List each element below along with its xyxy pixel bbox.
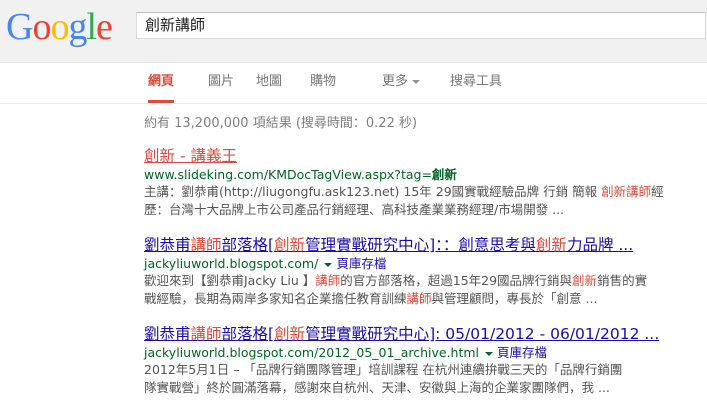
text-segment: - 講義王 [175, 147, 237, 165]
result-url-text: jackyliuworld.blogspot.com/2012_05_01_ar… [144, 345, 479, 360]
chevron-down-icon [485, 351, 494, 356]
highlighted-term: 創新 [431, 167, 457, 182]
text-segment: 2012年5月1日 – 「品牌行銷團隊管理」培訓課程 在杭州連續拚戰三天的「品牌… [144, 362, 623, 377]
search-result: 創新 - 講義王 www.slideking.com/KMDocTagView.… [144, 146, 704, 218]
highlighted-term: 講師 [190, 325, 222, 343]
search-result: 劉恭甫講師部落格[創新管理實戰研究中心]: 05/01/2012 - 06/01… [144, 324, 704, 396]
result-snippet: 2012年5月1日 – 「品牌行銷團隊管理」培訓課程 在杭州連續拚戰三天的「品牌… [144, 361, 704, 396]
google-logo[interactable]: Google [6, 6, 113, 48]
text-segment: 管理實戰研究中心]：：創意思考與 [305, 236, 536, 254]
text-segment: 劉恭甫 [144, 325, 191, 343]
text-segment: 隊實戰營」終於圓滿落幕，感謝來自杭州、天津、安徽與上海的企業家團隊們，我 ... [144, 379, 610, 395]
highlighted-term: 講師 [406, 290, 432, 306]
text-segment: 銷售的實 [597, 273, 648, 288]
highlighted-term: 創新 [572, 273, 598, 288]
tab-images[interactable]: 圖片 [208, 63, 234, 100]
text-segment: 經 [651, 184, 664, 199]
tab-maps[interactable]: 地圖 [256, 63, 282, 100]
result-url: www.slideking.com/KMDocTagView.aspx?tag=… [144, 166, 704, 183]
logo-letter: o [32, 6, 51, 48]
tab-web[interactable]: 網頁 [148, 63, 175, 103]
result-snippet: 歡迎來到【劉恭甫Jacky Liu 】講師的官方部落格，超過15年29國品牌行銷… [144, 272, 704, 307]
result-url: jackyliuworld.blogspot.com/ 頁庫存檔 [144, 255, 704, 272]
chevron-down-icon [412, 79, 421, 84]
tab-more[interactable]: 更多 [382, 63, 421, 100]
chevron-down-icon [324, 262, 333, 267]
result-snippet: 主講：劉恭甫(http://liugongfu.ask123.net) 15年 … [144, 183, 704, 218]
result-url: jackyliuworld.blogspot.com/2012_05_01_ar… [144, 344, 704, 361]
logo-letter: g [68, 6, 87, 48]
logo-letter: o [50, 6, 69, 48]
cached-page-link[interactable]: 頁庫存檔 [483, 345, 547, 360]
text-segment: 管理實戰研究中心]: 05/01/2012 - 06/01/2012 ... [305, 325, 660, 343]
result-title-link[interactable]: 劉恭甫講師部落格[創新管理實戰研究中心]: 05/01/2012 - 06/01… [144, 324, 704, 344]
text-segment: jackyliuworld.blogspot.com/ [144, 256, 319, 271]
text-segment: 戰經驗，長期為兩岸多家知名企業擔任教育訓練 [144, 290, 407, 306]
highlighted-term: 講師 [315, 273, 341, 288]
text-segment: 部落格[ [221, 236, 275, 254]
highlighted-term: 創新講師 [601, 184, 652, 199]
result-title-link[interactable]: 創新 - 講義王 [144, 146, 704, 166]
snippet-line: 2012年5月1日 – 「品牌行銷團隊管理」培訓課程 在杭州連續拚戰三天的「品牌… [144, 361, 704, 379]
highlighted-term: 創新 [274, 236, 306, 254]
snippet-line: 隊實戰營」終於圓滿落幕，感謝來自杭州、天津、安徽與上海的企業家團隊們，我 ... [144, 379, 704, 397]
logo-letter: l [86, 6, 97, 48]
highlighted-term: 創新 [144, 147, 176, 165]
text-segment: 歷：台灣十大品牌上市公司產品行銷經理、高科技產業業務經理/市場開發 ... [144, 201, 565, 217]
result-stats: 約有 13,200,000 項結果 (搜尋時間：0.22 秒) [144, 116, 418, 131]
result-title-link[interactable]: 劉恭甫講師部落格[創新管理實戰研究中心]：：創意思考與創新力品牌 ... [144, 235, 704, 255]
text-segment: 劉恭甫 [144, 236, 191, 254]
top-header: Google 創新講師 [0, 0, 707, 63]
logo-letter: e [96, 6, 113, 48]
text-segment: 的官方部落格，超過15年29國品牌行銷與 [340, 273, 573, 288]
cached-page-link[interactable]: 頁庫存檔 [322, 256, 386, 271]
text-segment: 力品牌 ... [566, 236, 634, 254]
text-segment: 與管理顧問，專長於「創意 ... [431, 290, 598, 306]
highlighted-term: 創新 [535, 236, 567, 254]
text-segment: jackyliuworld.blogspot.com/2012_05_01_ar… [144, 345, 480, 360]
snippet-line: 歡迎來到【劉恭甫Jacky Liu 】講師的官方部落格，超過15年29國品牌行銷… [144, 272, 704, 290]
tab-shopping[interactable]: 購物 [310, 63, 336, 100]
logo-letter: G [6, 6, 33, 48]
text-segment: www.slideking.com/KMDocTagView.aspx?tag= [144, 167, 432, 182]
snippet-line: 主講：劉恭甫(http://liugongfu.ask123.net) 15年 … [144, 183, 704, 201]
snippet-line: 歷：台灣十大品牌上市公司產品行銷經理、高科技產業業務經理/市場開發 ... [144, 201, 704, 219]
tab-search-tools[interactable]: 搜尋工具 [450, 63, 502, 100]
search-input[interactable]: 創新講師 [136, 12, 706, 39]
search-tabs: 網頁 圖片 地圖 購物 更多 搜尋工具 [0, 63, 707, 104]
highlighted-term: 講師 [190, 236, 222, 254]
highlighted-term: 創新 [274, 325, 306, 343]
search-result: 劉恭甫講師部落格[創新管理實戰研究中心]：：創意思考與創新力品牌 ... jac… [144, 235, 704, 307]
cached-page-label: 頁庫存檔 [497, 345, 548, 360]
text-segment: 主講：劉恭甫(http://liugongfu.ask123.net) 15年 … [144, 184, 602, 199]
result-url-text: jackyliuworld.blogspot.com/ [144, 256, 318, 271]
cached-page-label: 頁庫存檔 [336, 256, 387, 271]
text-segment: 部落格[ [221, 325, 275, 343]
text-segment: 歡迎來到【劉恭甫Jacky Liu 】 [144, 273, 316, 288]
tab-more-label: 更多 [382, 74, 409, 89]
snippet-line: 戰經驗，長期為兩岸多家知名企業擔任教育訓練講師與管理顧問，專長於「創意 ... [144, 290, 704, 308]
